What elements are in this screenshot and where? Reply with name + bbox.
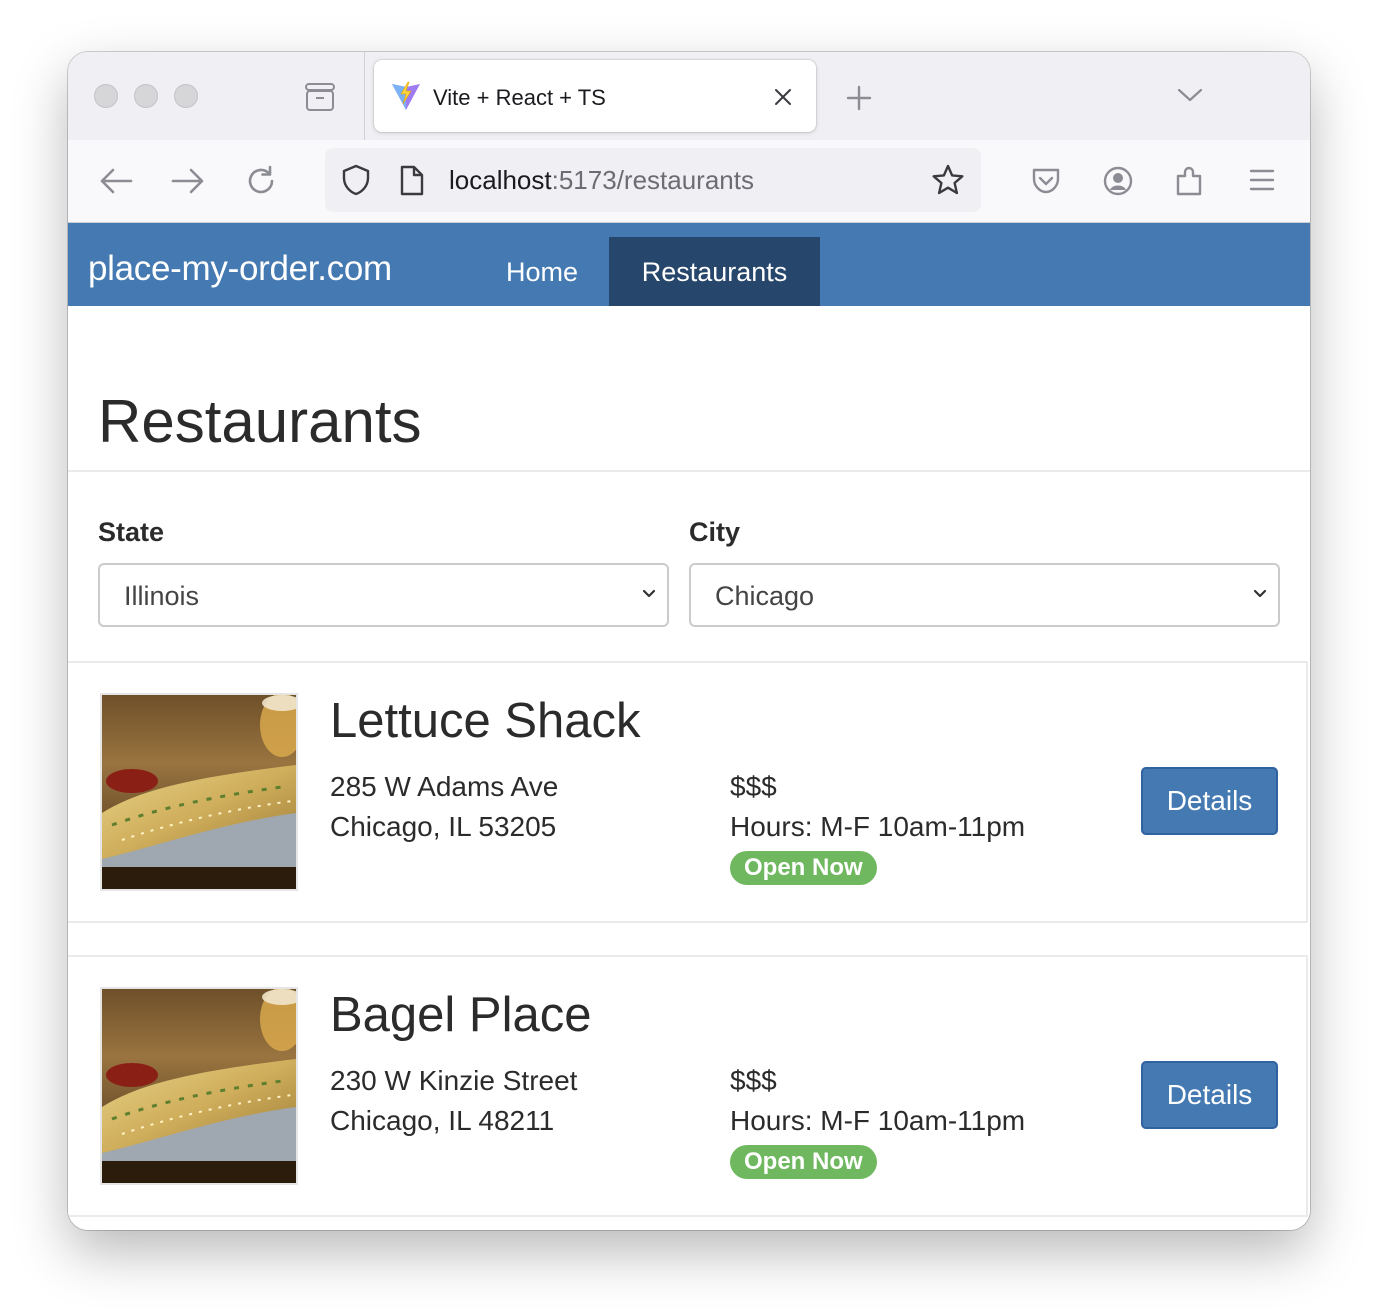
web-page: place-my-order.com Home Restaurants Rest…	[68, 223, 1310, 1230]
forward-arrow-icon[interactable]	[170, 166, 206, 196]
city-label: City	[689, 517, 741, 547]
food-photo	[102, 989, 296, 1183]
restaurant-thumbnail	[100, 693, 298, 891]
details-button[interactable]: Details	[1141, 1061, 1278, 1129]
browser-toolbar: localhost:5173/restaurants	[68, 140, 1310, 223]
url-text[interactable]: localhost:5173/restaurants	[449, 165, 754, 196]
tab-list-chevron-icon[interactable]	[1176, 86, 1204, 104]
city-select-value: Chicago	[715, 581, 815, 611]
tab-divider	[364, 52, 365, 140]
new-tab-icon[interactable]	[845, 84, 873, 112]
open-now-badge: Open Now	[730, 851, 877, 885]
restaurant-hours: Hours: M-F 10am-11pm	[730, 811, 1026, 842]
page-title: Restaurants	[98, 388, 422, 455]
title-divider	[68, 470, 1310, 472]
restaurant-name: Lettuce Shack	[330, 694, 641, 748]
tab-close-icon[interactable]	[772, 86, 794, 108]
restaurant-price: $$$	[730, 771, 777, 802]
nav-home-link[interactable]: Home	[484, 237, 600, 306]
bookmark-star-icon[interactable]	[931, 163, 965, 197]
restaurant-price: $$$	[730, 1065, 777, 1096]
tab-title: Vite + React + TS	[433, 85, 606, 110]
browser-window: Vite + React + TS localhost:5173/restaur…	[68, 52, 1310, 1230]
site-header: place-my-order.com Home Restaurants	[68, 223, 1310, 306]
url-path: :5173/restaurants	[551, 165, 754, 195]
shield-icon[interactable]	[341, 164, 371, 196]
state-select-value: Illinois	[124, 581, 200, 611]
url-host: localhost	[449, 165, 552, 195]
open-now-badge: Open Now	[730, 1145, 877, 1179]
pocket-icon[interactable]	[1030, 165, 1062, 197]
back-arrow-icon[interactable]	[98, 166, 134, 196]
details-button[interactable]: Details	[1141, 767, 1278, 835]
nav-restaurants-link[interactable]: Restaurants	[609, 237, 820, 306]
city-select[interactable]: Chicago	[689, 563, 1280, 627]
reload-icon[interactable]	[244, 164, 278, 198]
close-window-dot[interactable]	[94, 84, 118, 108]
address-bar[interactable]: localhost:5173/restaurants	[325, 148, 981, 212]
browser-tab-active[interactable]: Vite + React + TS	[374, 60, 816, 132]
vite-favicon	[392, 81, 420, 110]
restaurant-address-line1: 285 W Adams Ave	[330, 771, 559, 802]
restaurant-hours: Hours: M-F 10am-11pm	[730, 1105, 1026, 1136]
restaurant-card: Lettuce Shack 285 W Adams Ave Chicago, I…	[68, 661, 1308, 923]
minimize-window-dot[interactable]	[134, 84, 158, 108]
food-photo	[102, 695, 296, 889]
restaurant-name: Bagel Place	[330, 988, 592, 1042]
restaurant-card: Bagel Place 230 W Kinzie Street Chicago,…	[68, 955, 1308, 1217]
zoom-window-dot[interactable]	[174, 84, 198, 108]
restaurant-address-line2: Chicago, IL 48211	[330, 1105, 555, 1136]
state-select[interactable]: Illinois	[98, 563, 669, 627]
page-icon	[400, 165, 424, 196]
account-icon[interactable]	[1102, 165, 1134, 197]
brand-link[interactable]: place-my-order.com	[88, 249, 392, 289]
firefox-view-icon[interactable]	[304, 82, 336, 112]
chevron-down-icon	[642, 589, 656, 598]
app-menu-icon[interactable]	[1248, 168, 1276, 192]
extensions-icon[interactable]	[1174, 164, 1206, 198]
tab-strip: Vite + React + TS	[68, 52, 1310, 140]
restaurant-thumbnail	[100, 987, 298, 1185]
chevron-down-icon	[1253, 589, 1267, 598]
restaurant-address-line1: 230 W Kinzie Street	[330, 1065, 578, 1096]
state-label: State	[98, 517, 165, 547]
restaurant-address-line2: Chicago, IL 53205	[330, 811, 557, 842]
